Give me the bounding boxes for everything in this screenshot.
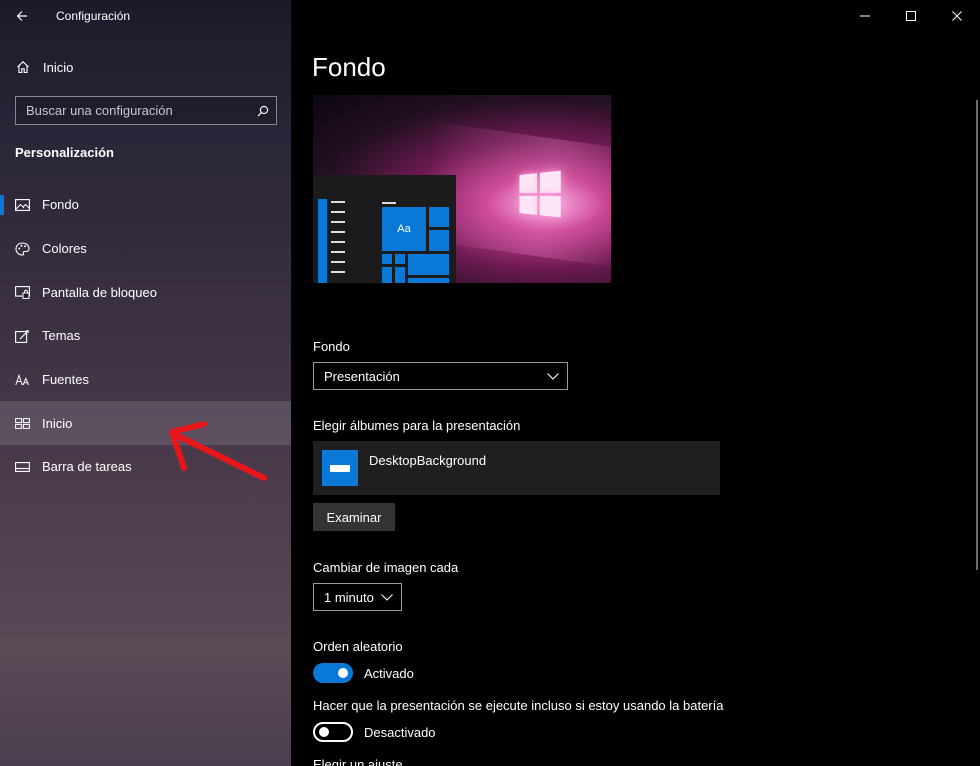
section-title: Personalización [15,145,114,160]
albums-label: Elegir álbumes para la presentación [313,418,521,433]
background-type-dropdown[interactable]: Presentación [313,362,568,390]
sidebar-item-home[interactable]: Inicio [0,50,291,84]
back-button[interactable] [0,0,44,32]
close-icon [952,11,962,21]
preview-tile: Aa [382,207,426,251]
search-input[interactable]: Buscar una configuración [15,96,277,125]
dropdown-value: Presentación [324,368,400,384]
app-title: Configuración [56,9,131,23]
sidebar-item-temas[interactable]: Temas [0,314,291,358]
home-icon [15,60,31,74]
sidebar-item-label: Colores [42,241,87,257]
start-icon [14,417,30,429]
taskbar-icon [14,462,30,472]
album-item[interactable]: DesktopBackground [313,441,720,495]
start-menu-preview: Aa [313,175,456,283]
sidebar: Configuración Inicio Buscar una configur… [0,0,291,766]
album-name: DesktopBackground [369,453,487,468]
sidebar-item-label: Temas [42,328,81,344]
fonts-icon [14,373,30,386]
browse-button[interactable]: Examinar [313,503,395,531]
title-bar: Configuración [0,0,291,32]
chevron-down-icon [381,593,393,601]
annotation-arrow [169,421,267,481]
change-interval-label: Cambiar de imagen cada [313,560,459,575]
change-interval-dropdown[interactable]: 1 minuto [313,583,402,611]
shuffle-state: Activado [364,666,414,681]
page-title: Fondo [312,52,386,82]
close-button[interactable] [934,0,980,32]
main-content: Fondo Aa Fondo Presentación Elegir álbum… [291,0,980,766]
maximize-button[interactable] [888,0,934,32]
back-arrow-icon [16,11,27,21]
sidebar-item-label: Pantalla de bloqueo [42,284,157,300]
maximize-icon [906,11,916,21]
fit-label: Elegir un ajuste [313,757,403,766]
chevron-down-icon [547,372,559,380]
dropdown-value: 1 minuto [324,589,374,605]
scrollbar[interactable] [976,100,978,570]
sidebar-item-label: Fondo [42,197,79,213]
sidebar-item-label: Inicio [42,415,73,431]
background-label: Fondo [313,339,350,354]
window-controls [842,0,980,32]
battery-state: Desactivado [364,725,436,740]
palette-icon [14,241,30,256]
battery-toggle[interactable] [313,722,353,742]
sidebar-item-label: Inicio [43,59,74,75]
search-icon [257,105,269,116]
themes-icon [14,329,30,343]
minimize-button[interactable] [842,0,888,32]
minimize-icon [860,15,870,17]
search-placeholder: Buscar una configuración [26,103,173,118]
folder-icon [322,450,358,486]
sidebar-item-fuentes[interactable]: Fuentes [0,358,291,402]
battery-label: Hacer que la presentación se ejecute inc… [313,698,724,713]
sidebar-item-pantalla-bloqueo[interactable]: Pantalla de bloqueo [0,270,291,314]
background-preview: Aa [313,95,611,283]
shuffle-label: Orden aleatorio [313,639,403,654]
sidebar-item-label: Barra de tareas [42,459,132,475]
shuffle-toggle[interactable] [313,663,353,683]
picture-icon [14,198,30,211]
sidebar-item-fondo[interactable]: Fondo [0,183,291,227]
sidebar-item-label: Fuentes [42,372,89,388]
sidebar-item-colores[interactable]: Colores [0,227,291,271]
lock-screen-icon [14,285,30,299]
windows-logo-image [519,170,561,218]
